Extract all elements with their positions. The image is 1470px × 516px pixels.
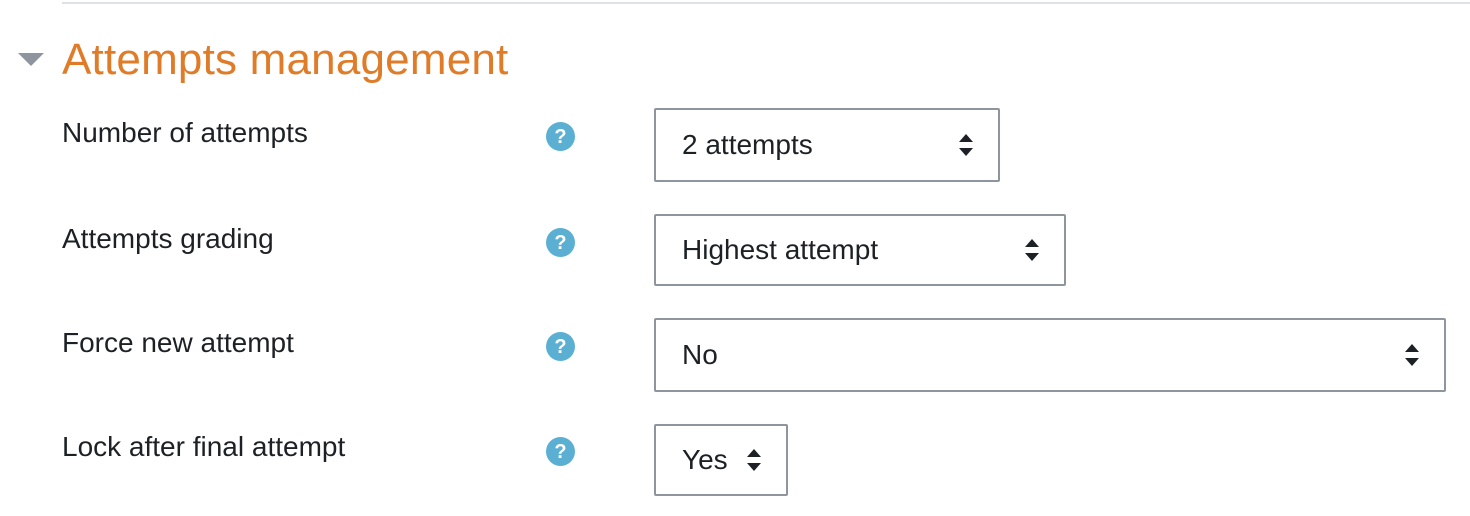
- sort-arrows-icon: [746, 449, 762, 471]
- field-label: Attempts grading: [62, 223, 274, 254]
- section-divider: [62, 2, 1470, 4]
- force-new-attempt-select[interactable]: No: [654, 318, 1446, 392]
- attempts-grading-select[interactable]: Highest attempt: [654, 214, 1066, 286]
- caret-down-icon[interactable]: [18, 30, 62, 90]
- question-circle-icon[interactable]: ?: [546, 332, 575, 361]
- svg-text:?: ?: [554, 336, 566, 358]
- section-header-attempts-management[interactable]: Attempts management: [18, 30, 508, 90]
- number-of-attempts-select[interactable]: 2 attempts: [654, 108, 1000, 182]
- field-label: Number of attempts: [62, 117, 308, 148]
- question-circle-icon[interactable]: ?: [546, 122, 575, 151]
- question-circle-icon[interactable]: ?: [546, 228, 575, 257]
- svg-text:?: ?: [554, 441, 566, 463]
- section-title: Attempts management: [62, 35, 509, 84]
- select-value: Highest attempt: [682, 234, 879, 265]
- select-value: Yes: [682, 444, 728, 475]
- select-value: 2 attempts: [682, 129, 813, 160]
- field-label: Force new attempt: [62, 327, 294, 358]
- sort-arrows-icon: [958, 134, 974, 156]
- lock-after-final-attempt-select[interactable]: Yes: [654, 424, 788, 496]
- field-label: Lock after final attempt: [62, 431, 346, 462]
- sort-arrows-icon: [1024, 239, 1040, 261]
- svg-text:?: ?: [554, 232, 566, 254]
- svg-text:?: ?: [554, 126, 566, 148]
- question-circle-icon[interactable]: ?: [546, 437, 575, 466]
- select-value: No: [682, 339, 718, 370]
- sort-arrows-icon: [1404, 344, 1420, 366]
